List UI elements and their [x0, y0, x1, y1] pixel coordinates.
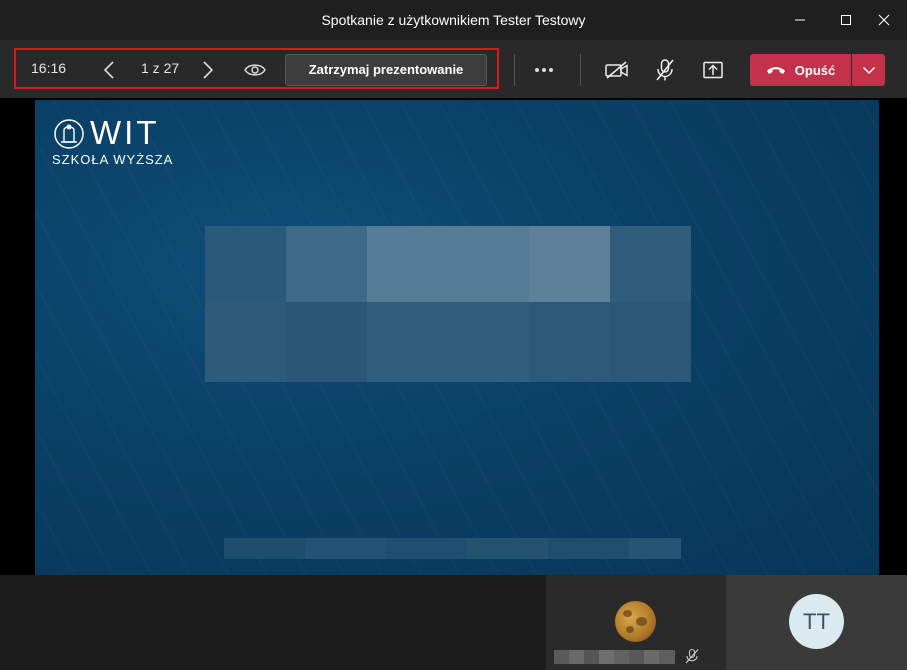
window-title: Spotkanie z użytkownikiem Tester Testowy: [321, 12, 586, 28]
previous-slide-button[interactable]: [97, 58, 121, 82]
more-actions-button[interactable]: [530, 58, 558, 82]
hang-up-icon: [766, 67, 785, 74]
chevron-down-icon: [862, 66, 875, 75]
stop-presenting-button[interactable]: Zatrzymaj prezentowanie: [285, 54, 487, 86]
participant-initials-avatar: TT: [789, 594, 844, 649]
minimize-button[interactable]: [777, 0, 823, 40]
toolbar-divider: [580, 54, 581, 86]
share-tray-button[interactable]: [699, 57, 727, 83]
meeting-timer: 16:16: [31, 60, 67, 76]
moon-crater: [626, 626, 634, 633]
leave-button[interactable]: Opuść: [750, 54, 851, 86]
logo-emblem-icon: [54, 119, 84, 149]
private-view-button[interactable]: [242, 58, 268, 82]
minimize-icon: [795, 19, 805, 21]
chevron-left-icon: [103, 61, 114, 79]
next-slide-button[interactable]: [196, 58, 220, 82]
close-icon: [878, 14, 890, 26]
moon-crater: [636, 617, 647, 626]
share-tray-icon: [703, 61, 723, 79]
eye-icon: [244, 64, 266, 76]
logo-subtitle: SZKOŁA WYŻSZA: [52, 152, 174, 167]
more-icon-dot: [542, 68, 546, 72]
participant-avatar-photo: [614, 600, 657, 643]
chevron-right-icon: [203, 61, 214, 79]
leave-label: Opuść: [794, 62, 836, 78]
toolbar-divider: [514, 54, 515, 86]
camera-toggle-button[interactable]: [603, 57, 631, 83]
leave-options-button[interactable]: [852, 54, 885, 86]
mic-off-icon: [656, 59, 674, 81]
obscured-slide-title: [205, 226, 691, 382]
maximize-icon: [841, 15, 851, 25]
wit-logo: WIT SZKOŁA WYŻSZA: [52, 114, 182, 170]
logo-text: WIT: [90, 114, 160, 151]
slide-counter: 1 z 27: [141, 60, 180, 76]
camera-off-icon: [605, 61, 628, 79]
muted-mic-icon: [685, 648, 699, 664]
more-icon-dot: [549, 68, 553, 72]
close-button[interactable]: [861, 0, 907, 40]
presentation-slide: WIT SZKOŁA WYŻSZA: [35, 100, 879, 575]
microphone-toggle-button[interactable]: [651, 57, 679, 83]
more-icon: [535, 68, 539, 72]
obscured-slide-footer: [224, 538, 681, 559]
moon-crater: [623, 610, 632, 617]
obscured-participant-name: [554, 650, 675, 664]
